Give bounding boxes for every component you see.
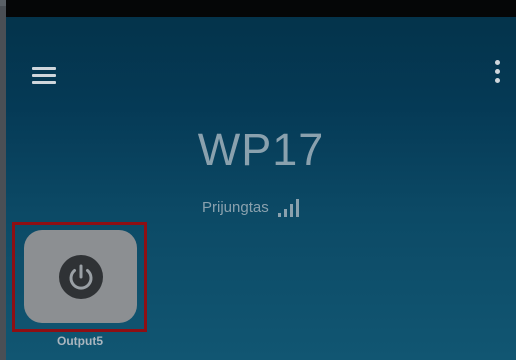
status-bar <box>6 0 516 17</box>
output-toggle-button[interactable] <box>24 230 137 323</box>
connection-status-label: Prijungtas <box>202 199 269 216</box>
more-vertical-icon[interactable] <box>490 58 504 88</box>
power-icon <box>59 255 103 299</box>
connection-status: Prijungtas <box>202 192 303 218</box>
output-label: Output5 <box>57 334 103 348</box>
signal-strength-icon <box>277 199 299 217</box>
device-title: WP17 <box>197 124 325 175</box>
hamburger-menu-icon[interactable] <box>30 64 60 86</box>
